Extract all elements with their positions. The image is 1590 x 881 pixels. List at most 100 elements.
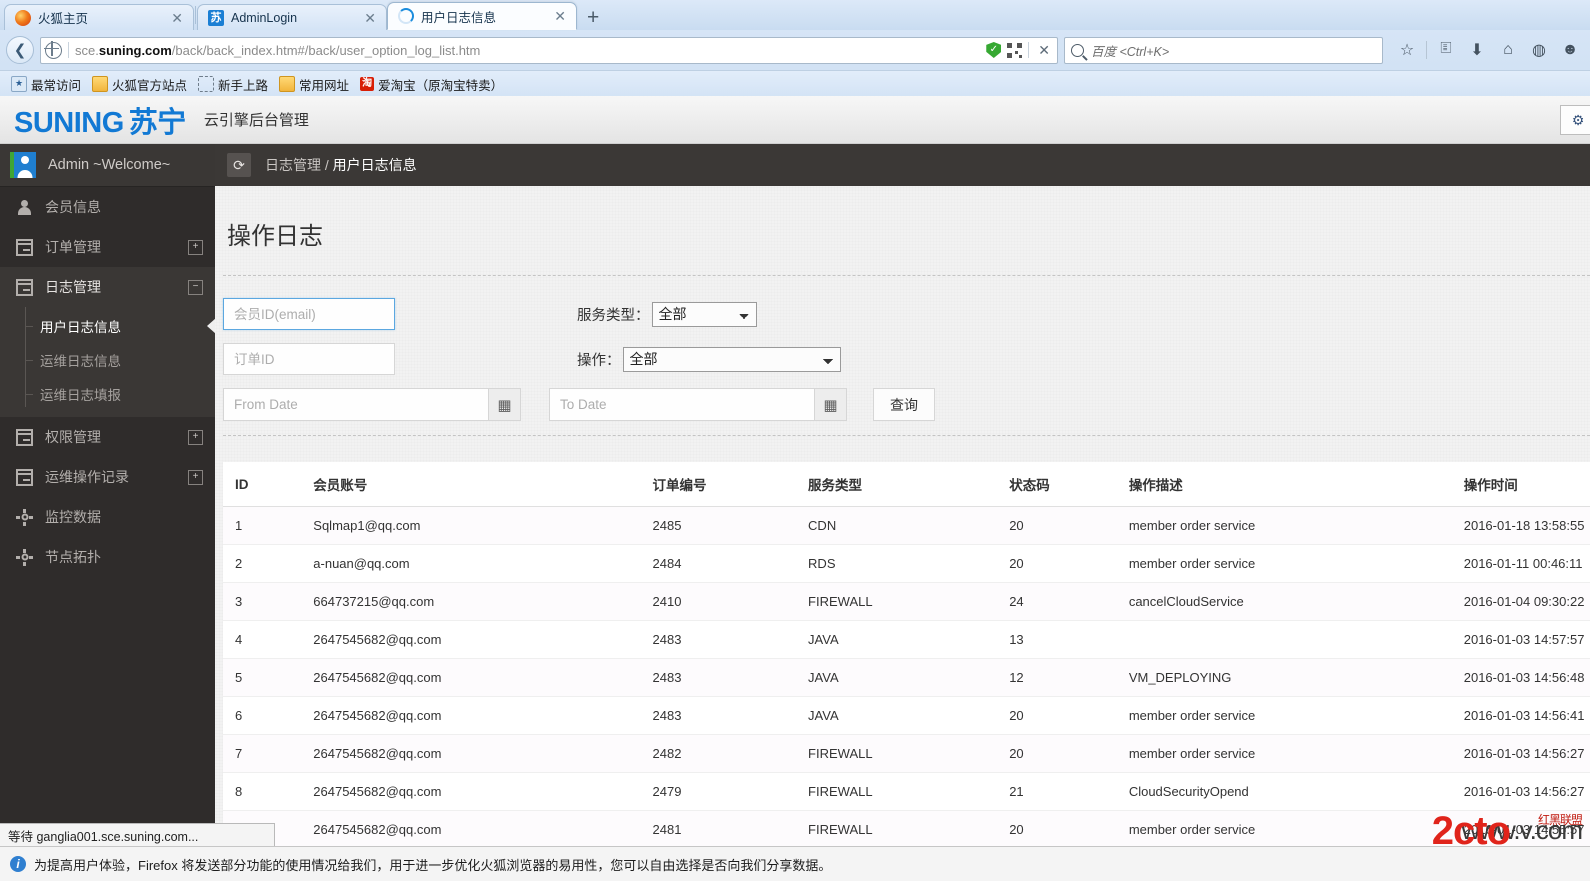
browser-tab-2[interactable]: 用户日志信息 ✕ <box>387 2 577 30</box>
bookmark-common-sites[interactable]: 常用网址 <box>276 74 352 95</box>
order-id-input[interactable] <box>223 343 395 375</box>
cell-time: 2016-01-03 14:57:57 <box>1451 620 1590 659</box>
palette-icon[interactable]: ◍ <box>1525 37 1553 63</box>
browser-tab-0[interactable]: 火狐主页 ✕ <box>4 4 194 30</box>
back-button[interactable]: ❮ <box>6 36 34 64</box>
breadcrumb-parent[interactable]: 日志管理 <box>265 157 321 173</box>
main-region: ⟳ 日志管理 / 用户日志信息 操作日志 服务类型： <box>215 144 1590 881</box>
service-type-select[interactable]: 全部 <box>651 301 757 327</box>
table-body: 1 Sqlmap1@qq.com 2485 CDN 20 member order ser… <box>223 506 1590 881</box>
sidebar-item-node-topology[interactable]: 节点拓扑 <box>0 537 215 577</box>
table-row[interactable]: 92647545682@qq.com2481FIREWALL20member o… <box>223 810 1590 849</box>
table-row[interactable]: 2 a-nuan@qq.com 2484 RDS 20 member order serv… <box>223 544 1590 583</box>
brand-subtitle: 云引擎后台管理 <box>203 112 309 129</box>
column-header-status-code[interactable]: 状态码 <box>997 462 1117 507</box>
from-date-input[interactable] <box>223 388 488 421</box>
expand-icon[interactable]: + <box>188 239 203 255</box>
search-bar[interactable]: 百度 <Ctrl+K> <box>1064 36 1383 64</box>
sidebar-item-member-info[interactable]: 会员信息 <box>0 187 215 227</box>
column-header-time[interactable]: 操作时间 <box>1451 462 1590 507</box>
sidebar-item-monitoring-data[interactable]: 监控数据 <box>0 497 215 537</box>
sidebar-item-permission-management[interactable]: 权限管理 + <box>0 417 215 457</box>
sidebar-item-order-management[interactable]: 订单管理 + <box>0 227 215 267</box>
smiley-icon[interactable]: ☻ <box>1556 37 1584 63</box>
sidebar-item-label: 日志管理 <box>45 279 101 295</box>
node-icon <box>16 508 33 526</box>
query-button[interactable]: 查询 <box>873 388 935 421</box>
table-row[interactable]: 5 2647545682@qq.com 2483 JAVA 12 VM_DEPLOYING… <box>223 658 1590 697</box>
cell-service-type: FIREWALL <box>796 734 998 773</box>
refresh-icon[interactable]: ⟳ <box>227 153 251 177</box>
search-placeholder: 百度 <Ctrl+K> <box>1091 44 1170 59</box>
bookmark-getting-started[interactable]: 新手上路 <box>195 74 271 95</box>
sidebar-item-user-log-info[interactable]: 用户日志信息 <box>0 309 215 343</box>
cell-order-no: 2484 <box>640 544 797 583</box>
search-icon <box>1071 43 1084 57</box>
bookmark-most-visited[interactable]: ★ 最常访问 <box>8 74 84 95</box>
cell-id: 2 <box>223 544 302 583</box>
bookmarks-bar: ★ 最常访问 火狐官方站点 新手上路 常用网址 淘 爱淘宝（原淘宝特卖） <box>0 70 1590 97</box>
column-header-account[interactable]: 会员账号 <box>301 462 641 507</box>
cell-description: CloudSecurityOpend <box>1116 772 1452 811</box>
cell-account: Sqlmap1@qq.com <box>301 506 641 545</box>
table-row[interactable]: 1 Sqlmap1@qq.com 2485 CDN 20 member order ser… <box>223 506 1590 545</box>
tab-separator <box>195 6 196 24</box>
corner-settings-button[interactable]: ⚙ <box>1560 105 1590 135</box>
breadcrumb: 日志管理 / 用户日志信息 <box>265 155 417 175</box>
tab-close-icon[interactable]: ✕ <box>169 11 185 25</box>
url-bar[interactable]: sce.suning.com/back/back_index.htm#/back… <box>40 36 1058 64</box>
loading-spinner-icon <box>398 8 414 24</box>
stop-icon[interactable]: ✕ <box>1035 42 1053 59</box>
sidebar-item-ops-log-info[interactable]: 运维日志信息 <box>0 343 215 377</box>
cell-order-no: 2410 <box>640 582 797 621</box>
cell-status-code: 20 <box>997 506 1117 545</box>
cell-service-type: JAVA <box>796 658 998 697</box>
home-icon[interactable]: ⌂ <box>1494 37 1522 63</box>
page-body: Admin ~Welcome~ 会员信息 订单管理 + 日志管理 − 用户日志信… <box>0 144 1590 881</box>
cell-time: 2016-01-03 14:56:48 <box>1451 658 1590 697</box>
column-header-service-type[interactable]: 服务类型 <box>796 462 998 507</box>
table-row[interactable]: 6 2647545682@qq.com 2483 JAVA 20 member order… <box>223 696 1590 735</box>
tab-close-icon[interactable]: ✕ <box>362 11 378 25</box>
browser-chrome: 火狐主页 ✕ 苏 AdminLogin ✕ 用户日志信息 ✕ + ❮ sce.s… <box>0 0 1590 98</box>
download-icon[interactable]: ⬇ <box>1463 37 1491 63</box>
calendar-icon[interactable]: ▦ <box>814 388 847 421</box>
operation-select[interactable]: 全部 <box>622 346 841 372</box>
cell-time: 2016-01-03 14:56:41 <box>1451 696 1590 735</box>
sidebar-item-label: 监控数据 <box>45 509 101 525</box>
cell-id: 4 <box>223 620 302 659</box>
member-id-input[interactable] <box>223 298 395 330</box>
calendar-icon[interactable]: ▦ <box>488 388 521 421</box>
expand-icon[interactable]: + <box>188 469 203 485</box>
collapse-icon[interactable]: − <box>188 279 203 295</box>
to-date-input[interactable] <box>549 388 814 421</box>
column-header-description[interactable]: 操作描述 <box>1116 462 1452 507</box>
table-row[interactable]: 7 2647545682@qq.com 2482 FIREWALL 20 member o… <box>223 734 1590 773</box>
table-row[interactable]: 3 664737215@qq.com 2410 FIREWALL 24 cancelClo… <box>223 582 1590 621</box>
tab-close-icon[interactable]: ✕ <box>552 9 568 23</box>
table-row[interactable]: 4 2647545682@qq.com 2483 JAVA 13 2016-01-03 1… <box>223 620 1590 659</box>
shield-icon[interactable]: ✓ <box>986 42 1002 58</box>
filter-row-1: 服务类型： 全部 <box>223 298 1590 330</box>
column-header-order-no[interactable]: 订单编号 <box>640 462 797 507</box>
expand-icon[interactable]: + <box>188 429 203 445</box>
bookmark-firefox-site[interactable]: 火狐官方站点 <box>89 74 190 95</box>
sidebar-user[interactable]: Admin ~Welcome~ <box>0 144 215 187</box>
sidebar-item-ops-records[interactable]: 运维操作记录 + <box>0 457 215 497</box>
cell-order-no: 2482 <box>640 734 797 773</box>
sidebar-item-log-management[interactable]: 日志管理 − <box>0 267 215 307</box>
cell-service-type: FIREWALL <box>796 772 998 811</box>
sidebar-item-ops-log-report[interactable]: 运维日志填报 <box>0 377 215 411</box>
folder-icon <box>92 76 109 92</box>
browser-tab-1[interactable]: 苏 AdminLogin ✕ <box>197 4 387 30</box>
star-icon[interactable]: ☆ <box>1393 37 1421 63</box>
suning-favicon: 苏 <box>208 9 224 26</box>
column-header-id[interactable]: ID <box>223 462 302 507</box>
qr-code-icon[interactable] <box>1007 42 1023 58</box>
library-icon[interactable]: 🗉 <box>1432 37 1460 63</box>
cell-status-code: 21 <box>997 772 1117 811</box>
table-row[interactable]: 8 2647545682@qq.com 2479 FIREWALL 21 CloudSec… <box>223 772 1590 811</box>
bookmark-taobao[interactable]: 淘 爱淘宝（原淘宝特卖） <box>357 74 506 95</box>
new-tab-button[interactable]: + <box>577 7 609 30</box>
cell-account: 2647545682@qq.com <box>301 620 641 659</box>
